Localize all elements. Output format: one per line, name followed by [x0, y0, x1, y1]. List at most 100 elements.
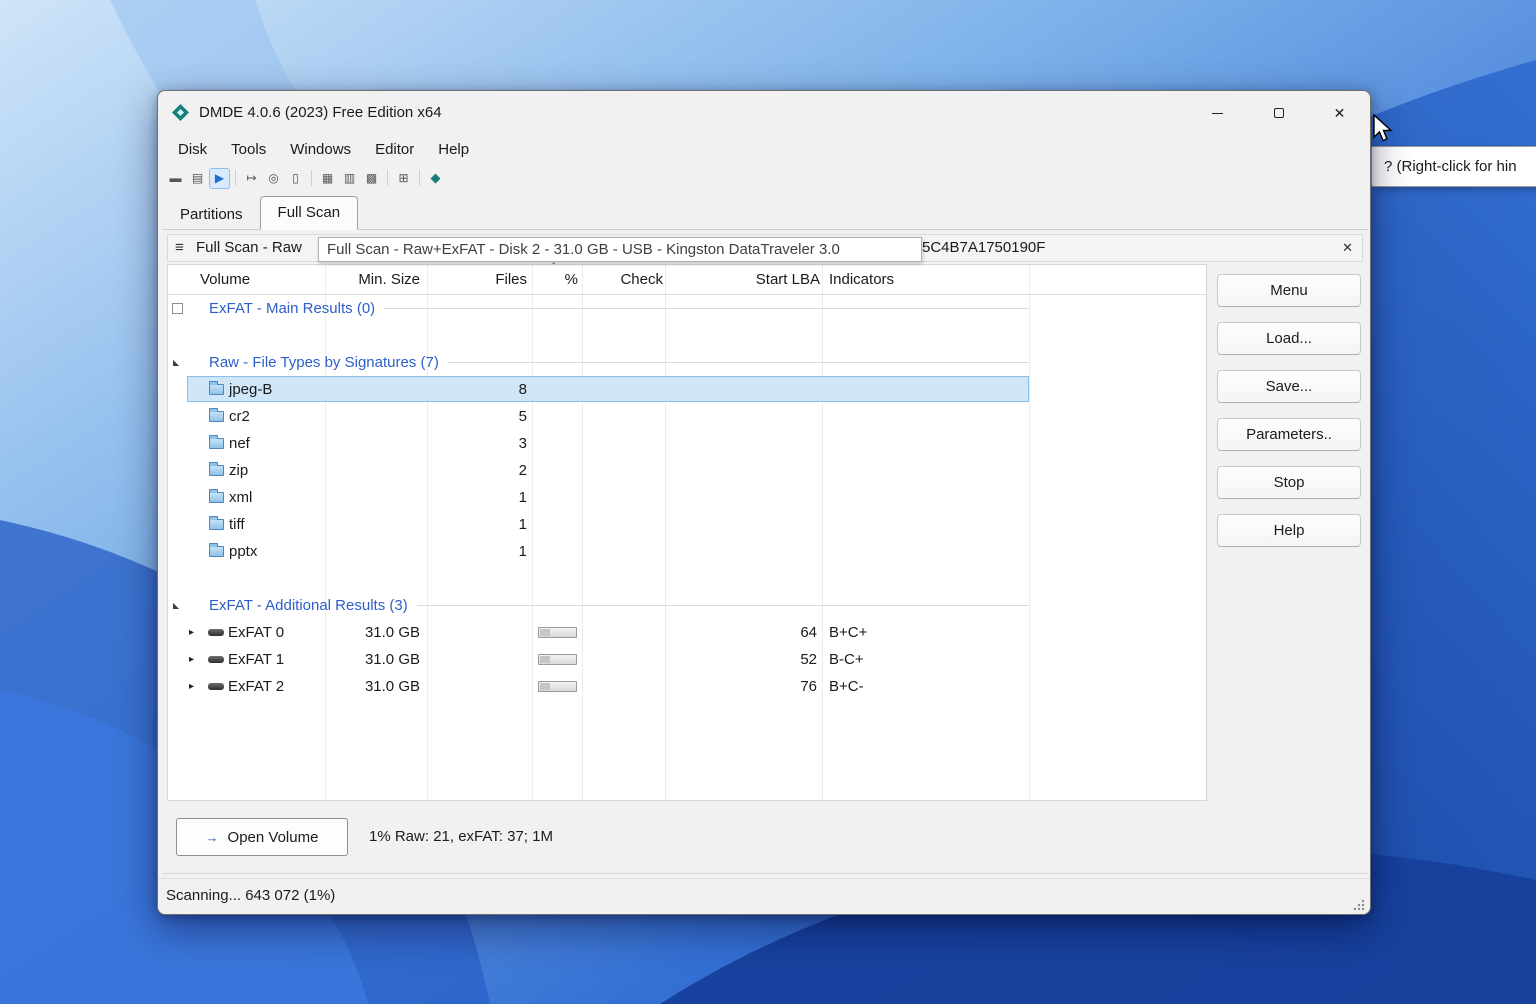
menu-windows[interactable]: Windows [278, 135, 363, 164]
open-volume-button[interactable]: → Open Volume [176, 818, 348, 856]
col-files[interactable]: Files [427, 265, 527, 295]
tab-partitions[interactable]: Partitions [163, 200, 260, 229]
full-scan-icon[interactable]: ▶ [209, 167, 230, 189]
parameters-button[interactable]: Parameters.. [1217, 418, 1361, 451]
toolbar-separator [387, 170, 388, 186]
file-count: 5 [518, 408, 527, 425]
maximize-button[interactable] [1248, 91, 1309, 135]
col-start-lba[interactable]: Start LBA [668, 265, 820, 295]
maximize-icon [1273, 108, 1284, 118]
status-bar: Scanning... 643 072 (1%) [158, 878, 1370, 914]
results-table: Volume Min. Size Files ˇ % Check Start L… [167, 262, 1207, 801]
col-check[interactable]: Check [582, 265, 663, 295]
close-icon: ✕ [1333, 104, 1346, 121]
file-type-row[interactable]: zip 2 [168, 457, 1206, 484]
file-type-row[interactable]: tiff 1 [168, 511, 1206, 538]
collapse-icon[interactable]: ◣ [173, 349, 179, 376]
group-label[interactable]: Raw - File Types by Signatures (7) [209, 349, 439, 376]
file-type-row[interactable]: pptx 1 [168, 538, 1206, 565]
minimize-button[interactable] [1187, 91, 1248, 135]
stop-button[interactable]: Stop [1217, 466, 1361, 499]
search-icon[interactable]: ◎ [263, 168, 284, 189]
file-type-name: zip [229, 462, 249, 479]
dmde-app-icon [172, 104, 189, 121]
file-count: 8 [518, 381, 527, 398]
group-label[interactable]: ExFAT - Main Results (0) [209, 295, 375, 322]
expand-icon[interactable]: ▸ [189, 619, 194, 646]
menu-help[interactable]: Help [426, 135, 481, 164]
load-button[interactable]: Load... [1217, 322, 1361, 355]
volume-size: 31.0 GB [364, 678, 420, 695]
save-button[interactable]: Save... [1217, 370, 1361, 403]
col-min-size[interactable]: Min. Size [325, 265, 420, 295]
group-row-raw-signatures[interactable]: ◣ Raw - File Types by Signatures (7) [168, 349, 1029, 376]
help-button[interactable]: Help [1217, 514, 1361, 547]
group-row-main-results[interactable]: ExFAT - Main Results (0) [168, 295, 1029, 322]
expand-icon[interactable]: ▸ [189, 646, 194, 673]
volume-name: ExFAT 0 [228, 624, 285, 641]
panel-menu-icon[interactable]: ≡ [175, 235, 184, 261]
dmde-logo-icon[interactable]: ◆ [425, 168, 446, 189]
partitions-view-icon[interactable]: ▦ [317, 168, 338, 189]
menu-disk[interactable]: Disk [166, 135, 219, 164]
volume-size: 31.0 GB [364, 624, 420, 641]
close-volume-icon[interactable]: ▬ [165, 168, 186, 189]
col-percent[interactable]: % [532, 265, 578, 295]
folder-icon [209, 516, 224, 530]
panel-tooltip-text: Full Scan - Raw+ExFAT - Disk 2 - 31.0 GB… [327, 241, 840, 258]
start-lba-value: 52 [800, 651, 817, 668]
goto-offset-icon[interactable]: ↦ [241, 168, 262, 189]
collapse-icon[interactable]: ◣ [173, 592, 179, 619]
menu-button[interactable]: Menu [1217, 274, 1361, 307]
windows-cascade-icon[interactable]: ⊞ [393, 168, 414, 189]
file-type-row[interactable]: xml 1 [168, 484, 1206, 511]
check-progressbar [538, 654, 577, 665]
col-indicators[interactable]: Indicators [829, 265, 894, 295]
drive-icon [208, 656, 224, 663]
start-lba-value: 76 [800, 678, 817, 695]
toolbar-separator [419, 170, 420, 186]
table-header: Volume Min. Size Files ˇ % Check Start L… [168, 262, 1206, 295]
mouse-cursor [1373, 114, 1393, 142]
desktop: ? (Right-click for hin DMDE 4.0.6 (2023)… [0, 0, 1536, 1004]
tab-full-scan[interactable]: Full Scan [259, 196, 359, 230]
file-type-row[interactable]: cr2 5 [168, 403, 1206, 430]
toolbar-separator [235, 170, 236, 186]
dmde-window: DMDE 4.0.6 (2023) Free Edition x64 ✕ Dis… [157, 90, 1371, 915]
close-button[interactable]: ✕ [1309, 91, 1370, 135]
window-controls: ✕ [1187, 91, 1370, 135]
file-type-row[interactable]: jpeg-B 8 [168, 376, 1206, 403]
volume-name: ExFAT 2 [228, 678, 285, 695]
toolbar: ▬ ▤ ▶ ↦ ◎ ▯ ▦ ▥ ▩ ⊞ ◆ [158, 164, 1370, 192]
volume-row[interactable]: ▸ ExFAT 0 31.0 GB 64 B+C+ [168, 619, 1206, 646]
expand-icon[interactable]: ▸ [189, 673, 194, 700]
folder-icon [209, 435, 224, 449]
indicators-value: B-C+ [829, 651, 864, 668]
panel-close-icon[interactable]: ✕ [1342, 235, 1353, 261]
volume-row[interactable]: ▸ ExFAT 1 31.0 GB 52 B-C+ [168, 646, 1206, 673]
menu-editor[interactable]: Editor [363, 135, 426, 164]
window-title: DMDE 4.0.6 (2023) Free Edition x64 [199, 104, 442, 121]
device-list-icon[interactable]: ▤ [187, 168, 208, 189]
group-label[interactable]: ExFAT - Additional Results (3) [209, 592, 408, 619]
files-view-icon[interactable]: ▥ [339, 168, 360, 189]
menubar: Disk Tools Windows Editor Help [158, 135, 1370, 164]
clipboard-icon[interactable]: ▯ [285, 168, 306, 189]
minimize-icon [1212, 112, 1223, 114]
menu-tools[interactable]: Tools [219, 135, 278, 164]
file-count: 1 [518, 489, 527, 506]
open-volume-arrow-icon: → [205, 829, 219, 845]
resize-grip[interactable] [1352, 898, 1366, 912]
group-divider [384, 308, 1029, 309]
volume-row[interactable]: ▸ ExFAT 2 31.0 GB 76 B+C- [168, 673, 1206, 700]
tab-strip: Partitions Full Scan [158, 192, 1370, 230]
checkbox[interactable] [172, 303, 183, 314]
titlebar: DMDE 4.0.6 (2023) Free Edition x64 ✕ [158, 91, 1370, 135]
group-row-additional-results[interactable]: ◣ ExFAT - Additional Results (3) [168, 592, 1029, 619]
file-type-row[interactable]: nef 3 [168, 430, 1206, 457]
col-volume[interactable]: Volume [200, 265, 250, 295]
folder-icon [209, 489, 224, 503]
file-count: 2 [518, 462, 527, 479]
hex-editor-icon[interactable]: ▩ [361, 168, 382, 189]
group-divider [416, 605, 1029, 606]
